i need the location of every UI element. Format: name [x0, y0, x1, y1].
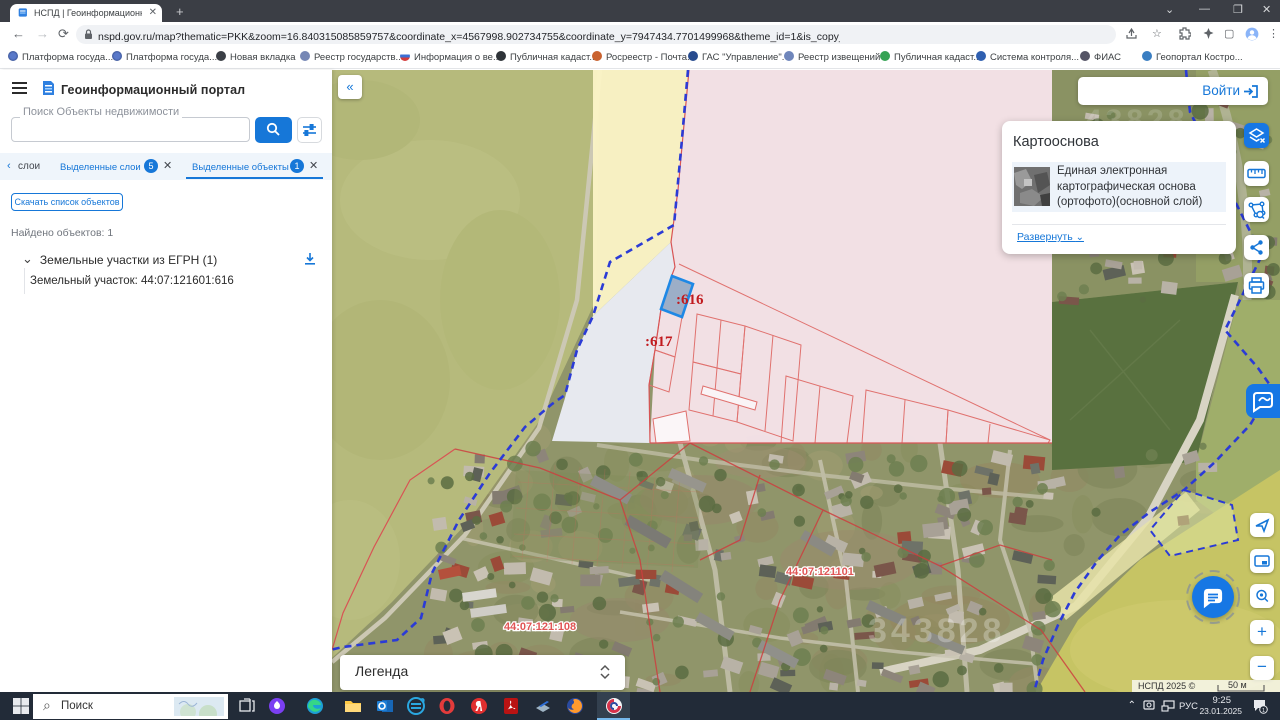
svg-text::617: :617: [645, 334, 673, 350]
svg-text:44:07:121:108: 44:07:121:108: [504, 621, 576, 633]
svg-text:343828: 343828: [868, 612, 1005, 650]
svg-text:44:07:121101: 44:07:121101: [786, 566, 854, 578]
svg-text::616: :616: [676, 292, 704, 308]
svg-text:1: 1: [1262, 708, 1265, 714]
